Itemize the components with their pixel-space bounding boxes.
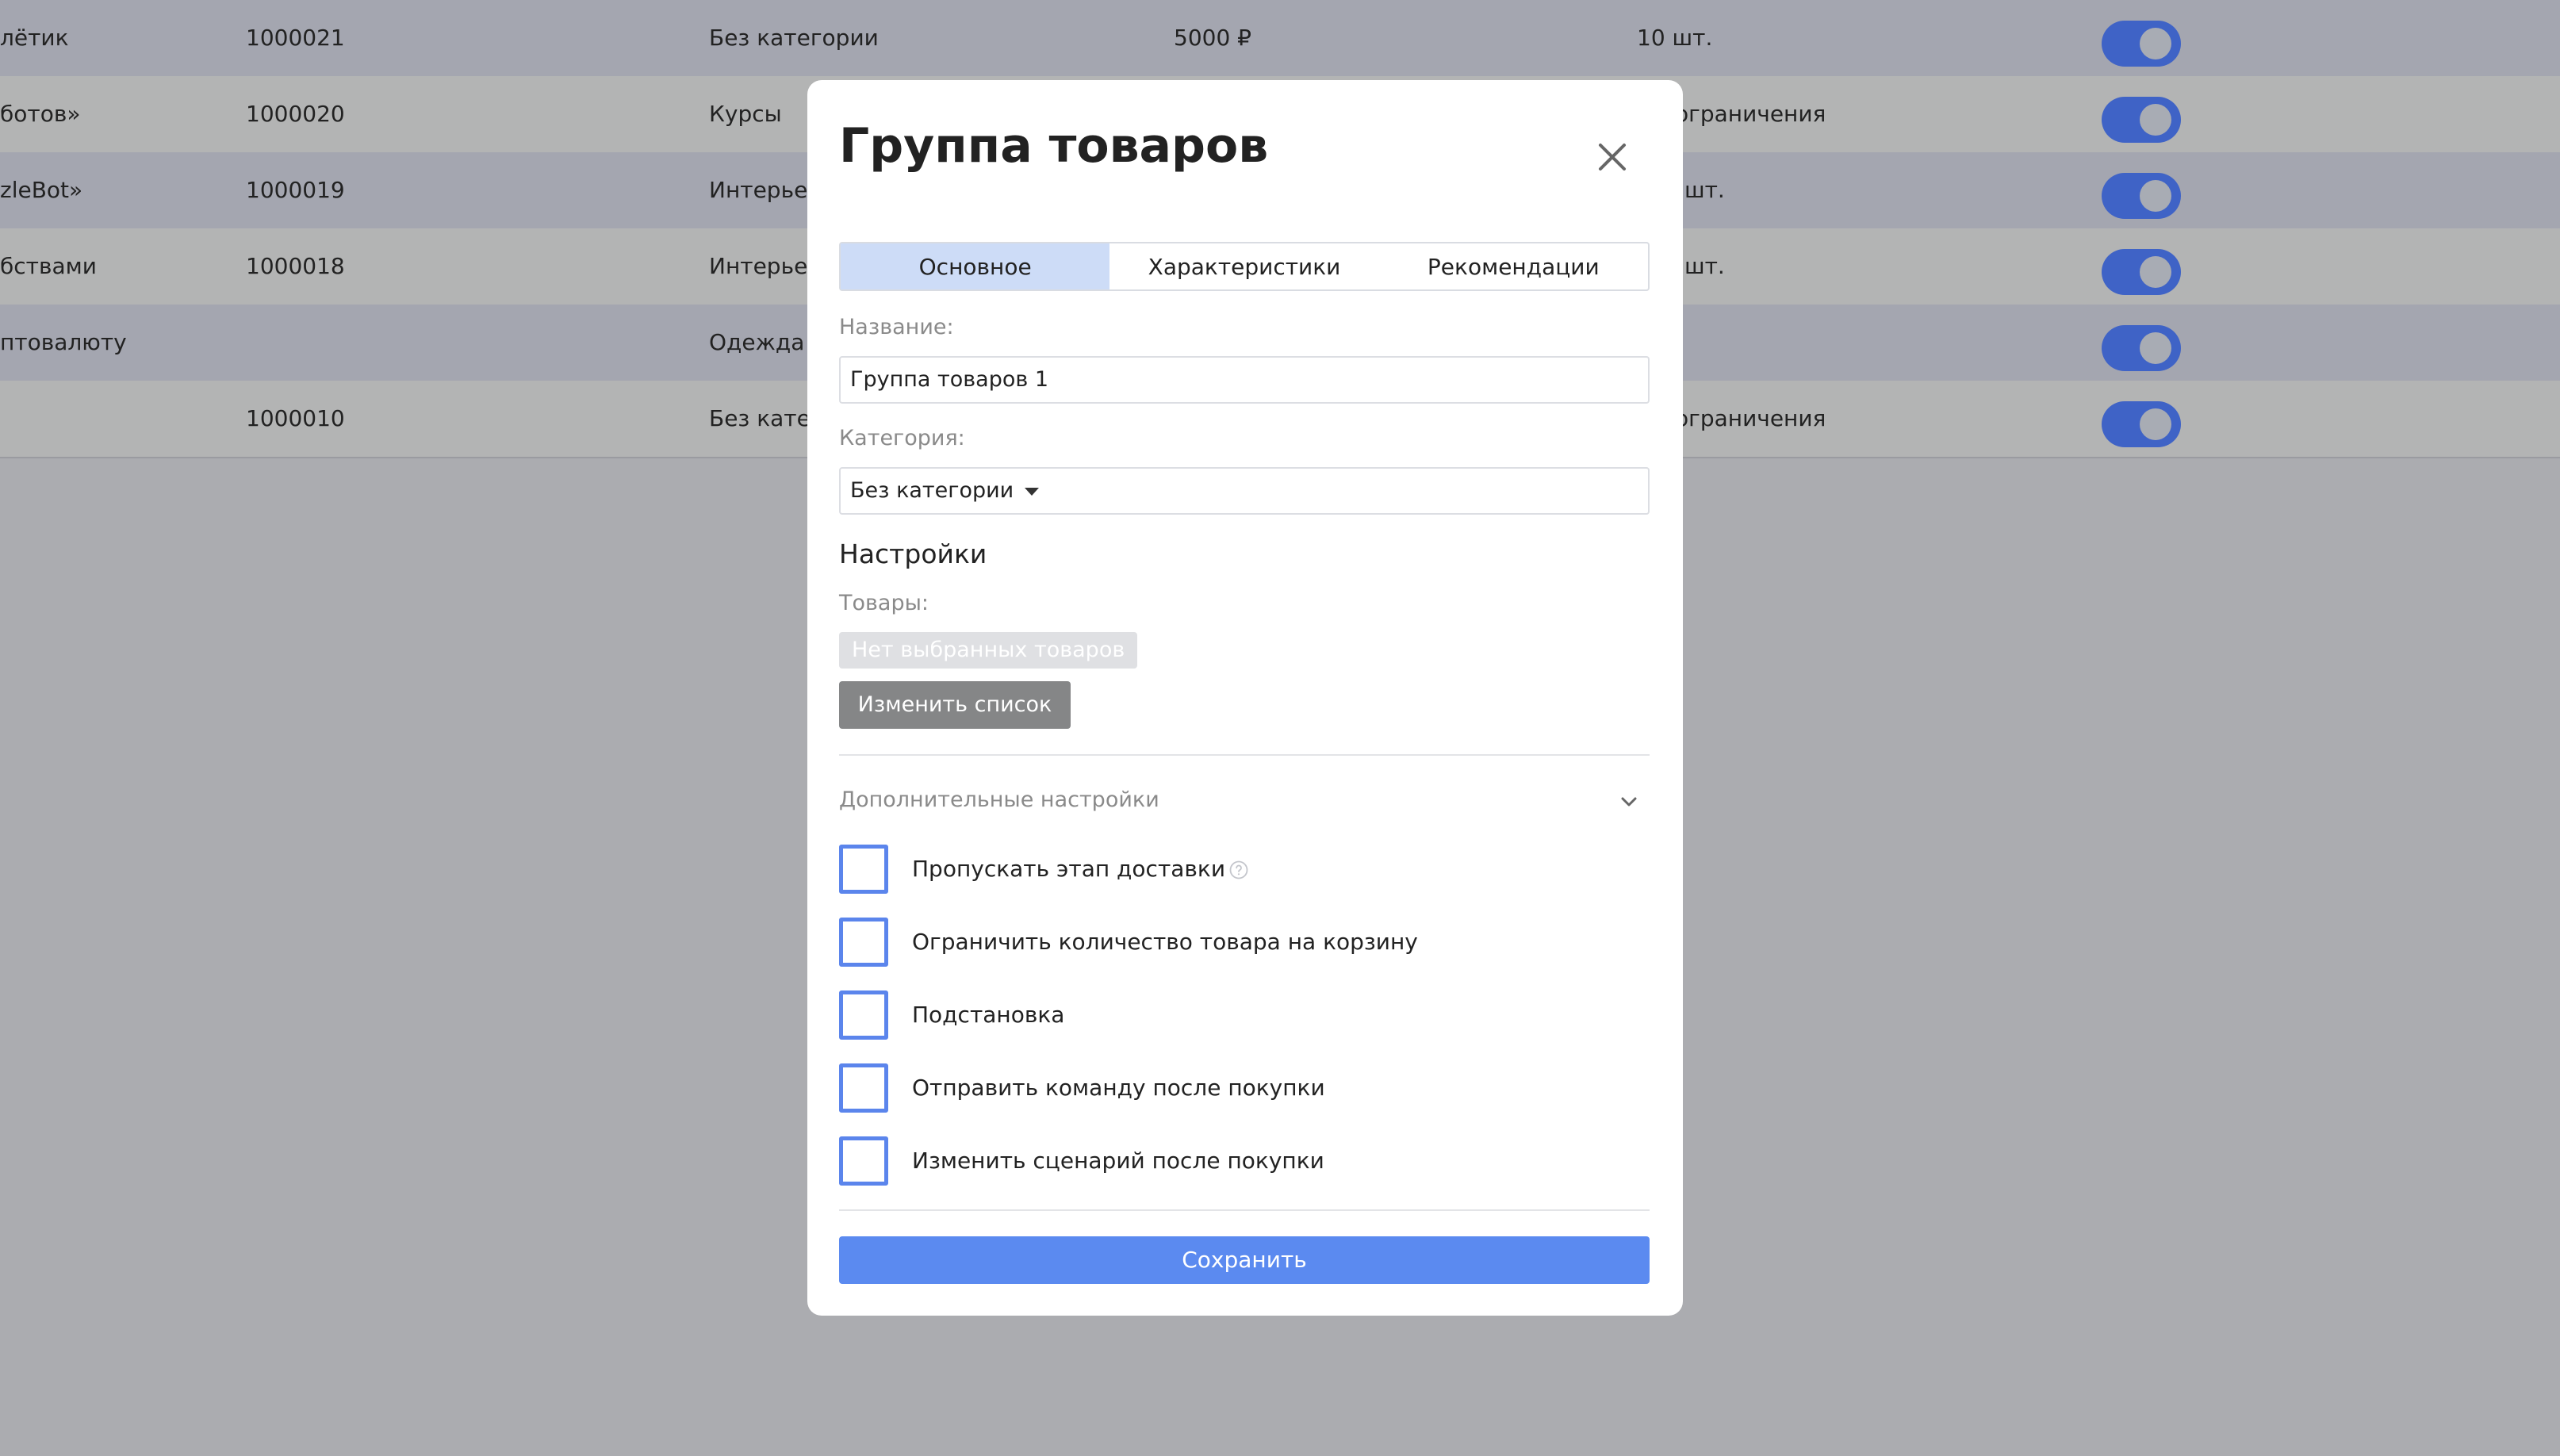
category-select-value: Без категории — [850, 478, 1014, 503]
product-category-cell: Без катег — [709, 405, 822, 431]
toggle-knob — [2140, 104, 2171, 136]
toggle-knob — [2140, 332, 2171, 364]
toggle-knob — [2140, 408, 2171, 440]
option-label: Изменить сценарий после покупки — [912, 1148, 1324, 1174]
option-label: Пропускать этап доставки — [912, 856, 1226, 882]
product-stock-cell: шт. — [1684, 177, 1725, 203]
close-icon[interactable] — [1592, 137, 1632, 177]
product-category-cell: Интерьер — [709, 253, 822, 279]
option-label: Ограничить количество товара на корзину — [912, 929, 1418, 955]
product-stock-cell: ограничения — [1675, 101, 1826, 127]
skip-delivery-checkbox[interactable] — [839, 845, 888, 894]
tab-main[interactable]: Основное — [841, 243, 1110, 289]
toggle-knob — [2140, 28, 2171, 59]
advanced-settings-heading[interactable]: Дополнительные настройки — [839, 787, 1159, 812]
product-price-cell: 5000 ₽ — [1174, 25, 1251, 51]
name-field[interactable]: Группа товаров 1 — [839, 356, 1650, 404]
substitution-checkbox[interactable] — [839, 990, 888, 1040]
tab-characteristics[interactable]: Характеристики — [1109, 243, 1378, 289]
product-name-cell: лётик — [0, 25, 69, 51]
active-toggle[interactable] — [2102, 97, 2181, 143]
toggle-knob — [2140, 180, 2171, 212]
active-toggle[interactable] — [2102, 173, 2181, 219]
active-toggle[interactable] — [2102, 21, 2181, 67]
send-command-checkbox[interactable] — [839, 1063, 888, 1113]
divider — [839, 754, 1650, 756]
active-toggle[interactable] — [2102, 401, 2181, 447]
product-name-cell: бствами — [0, 253, 97, 279]
chevron-down-icon[interactable] — [1618, 791, 1640, 813]
product-stock-cell: ограничения — [1675, 405, 1826, 431]
product-stock-cell: шт. — [1684, 253, 1725, 279]
product-name-cell: zleBot» — [0, 177, 83, 203]
product-id-cell: 1000021 — [246, 25, 345, 51]
no-products-badge: Нет выбранных товаров — [839, 632, 1138, 669]
divider — [839, 1209, 1650, 1211]
modal-title: Группа товаров — [839, 118, 1269, 174]
category-select[interactable]: Без категории — [839, 467, 1650, 515]
product-stock-cell: 10 шт. — [1637, 25, 1713, 51]
change-scenario-checkbox[interactable] — [839, 1136, 888, 1186]
tab-recommendations[interactable]: Рекомендации — [1379, 243, 1648, 289]
product-category-cell: Курсы — [709, 101, 782, 127]
active-toggle[interactable] — [2102, 325, 2181, 371]
caret-down-icon — [1025, 487, 1040, 496]
limit-quantity-checkbox[interactable] — [839, 918, 888, 967]
products-label: Товары: — [839, 591, 929, 615]
category-label: Категория: — [839, 426, 965, 450]
product-id-cell: 1000018 — [246, 253, 345, 279]
edit-list-button[interactable]: Изменить список — [839, 681, 1071, 729]
option-label: Подстановка — [912, 1002, 1065, 1028]
help-icon[interactable] — [1229, 860, 1248, 879]
product-name-cell: птовалюту — [0, 329, 127, 355]
product-id-cell: 1000010 — [246, 405, 345, 431]
product-category-cell: Интерьер — [709, 177, 822, 203]
name-label: Название: — [839, 315, 954, 339]
product-category-cell: Без категории — [709, 25, 879, 51]
product-id-cell: 1000019 — [246, 177, 345, 203]
product-category-cell: Одежда — [709, 329, 805, 355]
save-button[interactable]: Сохранить — [839, 1236, 1650, 1284]
product-group-modal: Группа товаров Основное Характеристики Р… — [807, 80, 1683, 1316]
toggle-knob — [2140, 256, 2171, 288]
product-id-cell: 1000020 — [246, 101, 345, 127]
modal-tabs: Основное Характеристики Рекомендации — [839, 242, 1650, 291]
settings-heading: Настройки — [839, 538, 987, 569]
table-row[interactable]: лётик 1000021 Без категории 5000 ₽ 10 шт… — [0, 0, 2560, 76]
active-toggle[interactable] — [2102, 249, 2181, 295]
option-label: Отправить команду после покупки — [912, 1075, 1325, 1101]
product-name-cell: ботов» — [0, 101, 81, 127]
